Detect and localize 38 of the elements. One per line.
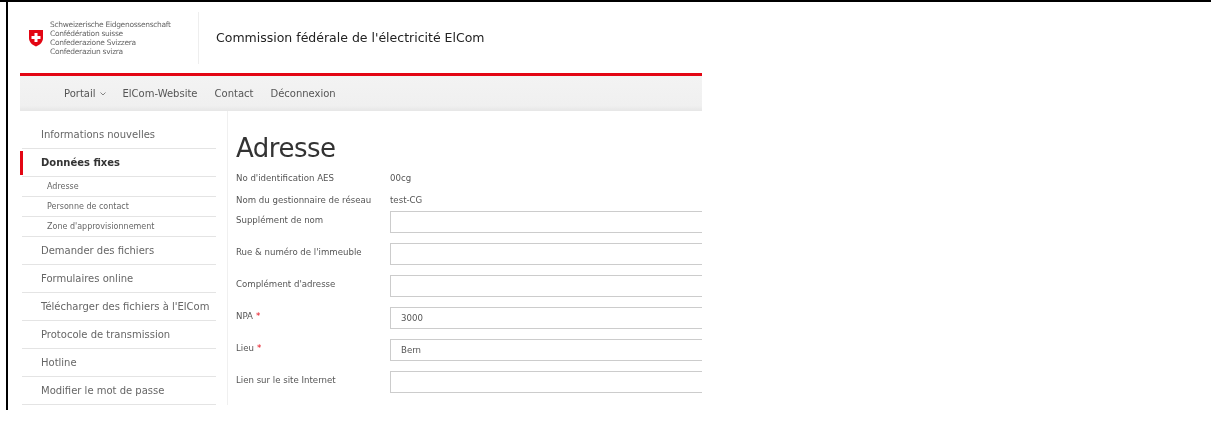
input-field[interactable] — [390, 211, 702, 233]
page-title: Adresse — [236, 133, 337, 163]
field-label: No d'identification AES — [236, 173, 335, 183]
sidebar-subitem[interactable]: Personne de contact — [22, 197, 216, 217]
active-indicator — [20, 151, 23, 175]
field-label: NPA — [236, 311, 253, 321]
sidebar-subitem[interactable]: Zone d'approvisionnement — [22, 217, 216, 237]
required-marker: * — [255, 311, 261, 321]
nav-link[interactable]: Contact — [214, 88, 254, 99]
field-label: Nom du gestionnaire de réseau — [236, 195, 373, 205]
sidebar-item[interactable]: Données fixes — [22, 149, 216, 177]
input-field[interactable] — [390, 371, 702, 393]
chevron-down-icon — [99, 91, 106, 96]
sidebar-item[interactable]: Informations nouvelles — [22, 121, 216, 149]
field-label: Lieu — [236, 343, 254, 353]
input-field[interactable]: 3000 — [390, 307, 702, 329]
sidebar-item[interactable]: Protocole de transmission — [22, 321, 216, 349]
field-value: 00cg — [390, 173, 412, 183]
sidebar-subitem[interactable]: Adresse — [22, 177, 216, 197]
field-label: Supplément de nom — [236, 215, 324, 225]
field-label: Complément d'adresse — [236, 279, 336, 289]
sidebar-item[interactable]: Formulaires online — [22, 265, 216, 293]
input-field[interactable] — [390, 275, 702, 297]
required-marker: * — [256, 343, 262, 353]
nav-link[interactable]: Déconnexion — [270, 88, 336, 99]
sidebar-item[interactable]: Télécharger des fichiers à l'ElCom — [22, 293, 216, 321]
site-title: Commission fédérale de l'électricité ElCom — [216, 30, 485, 45]
sidebar-item[interactable]: Hotline — [22, 349, 216, 377]
sidebar-item[interactable]: Modifier le mot de passe — [22, 377, 216, 405]
field-label: Lien sur le site Internet — [236, 375, 336, 385]
field-value: test-CG — [390, 195, 423, 205]
nav-dropdown[interactable]: Portail — [64, 88, 106, 99]
nav-link[interactable]: ElCom-Website — [122, 88, 198, 99]
sidebar-item[interactable]: Demander des fichiers — [22, 237, 216, 265]
input-field[interactable] — [390, 243, 702, 265]
input-field[interactable]: Bern — [390, 339, 702, 361]
field-label: Rue & numéro de l'immeuble — [236, 247, 362, 257]
swiss-cross-shield-icon — [28, 28, 44, 47]
